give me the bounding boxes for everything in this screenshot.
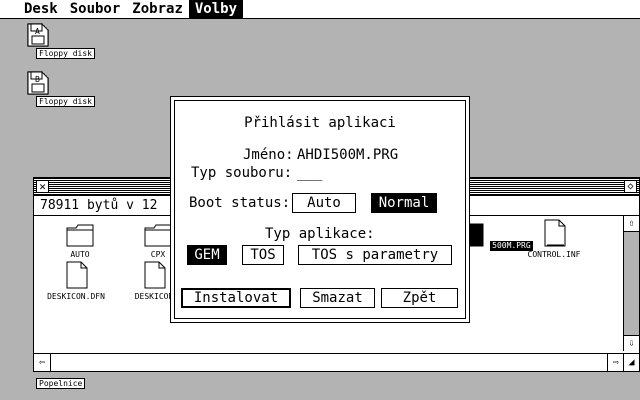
name-label: Jméno: <box>243 147 294 163</box>
file-name: CONTROL.INF <box>527 250 581 259</box>
menu-zobraz[interactable]: Zobraz <box>126 0 189 18</box>
app-type-gem-button[interactable]: GEM <box>187 245 227 265</box>
document-icon <box>144 261 166 289</box>
delete-button[interactable]: Smazat <box>300 288 375 308</box>
menu-soubor[interactable]: Soubor <box>64 0 127 18</box>
app-type-label: Typ aplikace: <box>265 226 375 242</box>
floppy-disk-b-label: Floppy disk <box>36 96 95 107</box>
boot-normal-button[interactable]: Normal <box>371 193 437 213</box>
scroll-left-icon[interactable]: ⇦ <box>34 354 50 371</box>
back-button[interactable]: Zpět <box>381 288 458 308</box>
menu-desk[interactable]: Desk <box>18 0 64 18</box>
file-item[interactable]: AUTO <box>40 222 120 260</box>
dialog-title: Přihlásit aplikaci <box>244 115 396 131</box>
floppy-icon: B <box>22 70 50 96</box>
horizontal-scrollbar[interactable]: ⇦ ⇨ <box>34 353 624 371</box>
boot-status-label: Boot status: <box>189 195 291 211</box>
svg-text:A: A <box>35 27 40 36</box>
filetype-field[interactable]: ___ <box>297 165 322 181</box>
floppy-disk-a-label: Floppy disk <box>36 48 95 59</box>
file-item[interactable]: CONTROL.INF <box>514 218 594 260</box>
file-item[interactable]: DESKICON.DFN <box>36 260 116 302</box>
floppy-disk-b-icon[interactable]: B Floppy disk <box>1 70 95 107</box>
folder-icon <box>66 224 94 247</box>
trash-label: Popelnice <box>36 378 86 389</box>
floppy-icon: A <box>22 22 50 48</box>
menu-bar: Desk Soubor Zobraz Volby <box>0 0 640 19</box>
scroll-right-icon[interactable]: ⇨ <box>608 354 624 371</box>
app-type-tos-button[interactable]: TOS <box>242 245 284 265</box>
scroll-up-icon[interactable]: ⇧ <box>624 216 639 232</box>
close-icon[interactable]: ✕ <box>36 180 49 193</box>
app-type-tos-params-button[interactable]: TOS s parametry <box>298 245 452 265</box>
document-icon <box>544 219 566 247</box>
name-value: AHDI500M.PRG <box>297 147 399 163</box>
install-application-dialog: Přihlásit aplikaci Jméno: AHDI500M.PRG T… <box>170 96 470 323</box>
file-name: AUTO <box>70 250 90 259</box>
scroll-track[interactable] <box>50 354 608 371</box>
filetype-label: Typ souboru: <box>191 165 293 181</box>
resize-icon[interactable]: ◢ <box>623 353 639 371</box>
folder-icon <box>144 224 172 247</box>
boot-auto-button[interactable]: Auto <box>292 193 356 213</box>
floppy-disk-a-icon[interactable]: A Floppy disk <box>1 22 95 59</box>
svg-text:B: B <box>35 75 40 84</box>
scroll-down-icon[interactable]: ⇩ <box>624 335 639 351</box>
fuller-icon[interactable]: ◇ <box>624 180 637 193</box>
vertical-scrollbar[interactable]: ⇧ ⇩ <box>623 216 639 351</box>
file-name: DESKICON.DFN <box>47 292 105 301</box>
document-icon <box>66 261 88 289</box>
menu-volby[interactable]: Volby <box>188 0 244 18</box>
install-button[interactable]: Instalovat <box>181 288 291 308</box>
